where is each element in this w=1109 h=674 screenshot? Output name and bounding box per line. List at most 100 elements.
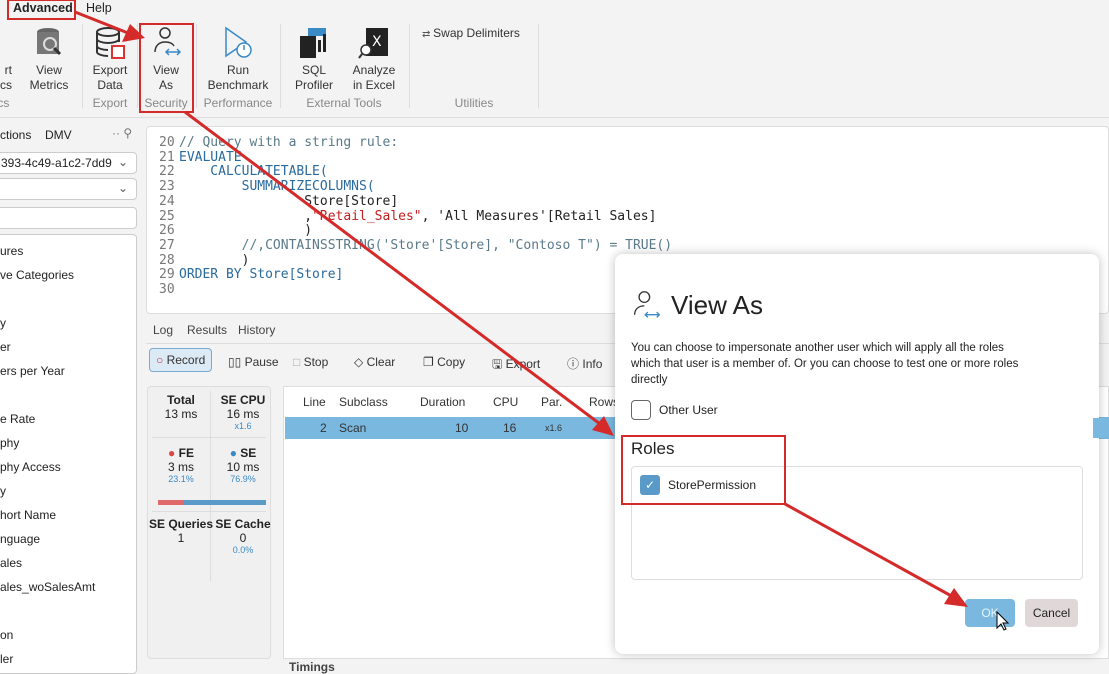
roles-list: ✓ StorePermission — [631, 466, 1083, 580]
database-select[interactable]: 393-4c49-a1c2-7dd9 ⌄ — [0, 152, 137, 174]
tree-item[interactable]: hort Name — [0, 508, 56, 522]
export-button[interactable]: 🖫 Export — [492, 355, 540, 376]
group-label-performance: Performance — [203, 96, 273, 110]
stop-icon: □ — [293, 355, 301, 369]
grid-row-fragment — [1093, 418, 1109, 438]
run-benchmark-button[interactable]: Run Benchmark — [203, 26, 273, 93]
run-benchmark-icon — [225, 26, 252, 58]
other-user-label: Other User — [659, 403, 718, 417]
tree-item[interactable]: ales — [0, 556, 22, 570]
save-icon: 🖫 — [492, 357, 503, 371]
record-button[interactable]: ○ Record — [149, 348, 213, 372]
code-text: CALCULATETABLE( — [179, 164, 328, 180]
chevron-down-icon: ⌄ — [117, 181, 128, 195]
sql-profiler-button[interactable]: SQL Profiler — [292, 26, 336, 93]
role-label: StorePermission — [668, 478, 757, 492]
export-data-icon — [96, 27, 125, 59]
code-text: EVALUATE — [179, 149, 242, 165]
code-text: ,"Retail_Sales", 'All Measures'[Retail S… — [179, 208, 657, 224]
stop-button[interactable]: □ Stop — [293, 355, 328, 369]
menu-help[interactable]: Help — [86, 1, 112, 15]
copy-icon: ❐ — [423, 355, 434, 369]
pause-icon: ▯▯ — [228, 355, 242, 369]
tab-history[interactable]: History — [238, 323, 275, 337]
info-icon: ⓘ — [567, 357, 580, 371]
tree-item[interactable]: y — [0, 484, 6, 498]
group-label: ics — [0, 96, 10, 110]
analyze-in-excel-button[interactable]: X Analyze in Excel — [348, 26, 400, 93]
tab-dmv[interactable]: DMV — [45, 128, 72, 142]
line-number: 30 — [159, 282, 175, 298]
pause-button[interactable]: ▯▯ Pause — [228, 355, 279, 369]
group-label-utilities: Utilities — [454, 96, 494, 110]
view-as-icon — [633, 291, 661, 318]
tree-item[interactable]: ures — [0, 244, 23, 258]
tree-item[interactable]: phy Access — [0, 460, 61, 474]
export-data-button[interactable]: Export Data — [88, 26, 132, 93]
search-input[interactable] — [0, 207, 137, 229]
group-label-external-tools: External Tools — [306, 96, 382, 110]
metadata-sidebar: ctions DMV ·· ⚲ 393-4c49-a1c2-7dd9 ⌄ ⌄ ur… — [0, 118, 137, 674]
export-metrics-icon — [0, 26, 10, 60]
tree-item[interactable]: ers per Year — [0, 364, 65, 378]
code-text: // Query with a string rule: — [179, 135, 399, 150]
code-text: //,CONTAINSSTRING('Store'[Store], "Conto… — [179, 237, 673, 253]
tree-item[interactable]: y — [0, 316, 6, 330]
group-label-export: Export — [92, 96, 128, 110]
code-text: Store[Store] — [179, 193, 399, 209]
swap-delimiters-button[interactable]: ⇄ Swap Delimiters — [422, 26, 520, 42]
tree-item[interactable]: er — [0, 340, 11, 354]
line-number: 28 — [159, 252, 175, 268]
view-metrics-button[interactable]: View Metrics — [27, 26, 71, 93]
code-line: 26 ) — [159, 223, 1108, 239]
tab-functions[interactable]: ctions — [0, 128, 31, 142]
line-number: 27 — [159, 237, 175, 253]
tree-item[interactable]: nguage — [0, 532, 40, 546]
group-label-security: Security — [144, 96, 188, 110]
line-number: 26 — [159, 223, 175, 239]
pin-icon[interactable]: ·· ⚲ — [112, 126, 132, 140]
line-number: 25 — [159, 208, 175, 224]
tree-item[interactable]: phy — [0, 436, 19, 450]
sql-profiler-icon — [300, 28, 326, 58]
role-checkbox[interactable]: ✓ — [640, 475, 660, 495]
line-number: 22 — [159, 164, 175, 180]
info-button[interactable]: ⓘ Info — [567, 355, 602, 372]
chevron-down-icon: ⌄ — [113, 155, 128, 169]
code-line: 25 ,"Retail_Sales", 'All Measures'[Retai… — [159, 208, 1108, 225]
svg-text:X: X — [372, 34, 382, 50]
menu-advanced[interactable]: Advanced — [13, 1, 73, 15]
ok-button[interactable]: OK — [965, 599, 1015, 627]
code-line: 23 SUMMARIZECOLUMNS( — [159, 179, 1108, 195]
tree-item[interactable]: ales_woSalesAmt — [0, 580, 95, 594]
tree-item[interactable]: ler — [0, 652, 13, 666]
export-metrics-button[interactable]: rtics — [0, 26, 12, 93]
tab-log[interactable]: Log — [153, 323, 173, 337]
line-number: 21 — [159, 149, 175, 165]
menu-bar: Advanced Help — [0, 0, 1109, 18]
tables-tree — [0, 234, 137, 674]
eraser-icon: ◇ — [354, 355, 364, 369]
view-as-dialog: View As You can choose to impersonate an… — [615, 254, 1099, 654]
swap-icon: ⇄ — [422, 29, 434, 40]
code-line: 24 Store[Store] — [159, 193, 1108, 210]
tree-item[interactable]: on — [0, 628, 13, 642]
timings-summary: Total 13 ms SE CPU 16 ms x1.6 ● FE 3 ms 23.1%… — [147, 386, 271, 659]
se-dot-icon: ● — [229, 446, 241, 460]
dialog-description: You can choose to impersonate another us… — [631, 342, 1019, 386]
code-line: 20 // Query with a string rule: — [159, 135, 1108, 151]
tree-item[interactable]: ve Categories — [0, 268, 74, 282]
view-as-button[interactable]: View As — [144, 26, 188, 93]
copy-button[interactable]: ❐ Copy — [423, 355, 465, 369]
cancel-button[interactable]: Cancel — [1025, 599, 1078, 627]
tree-item[interactable]: e Rate — [0, 412, 35, 426]
code-line: 22 CALCULATETABLE( — [159, 165, 1108, 180]
other-user-checkbox[interactable] — [631, 400, 651, 420]
code-text: ) — [179, 223, 313, 239]
roles-heading: Roles — [631, 439, 675, 458]
tab-results[interactable]: Results — [187, 323, 227, 337]
view-metrics-icon — [37, 28, 62, 56]
clear-button[interactable]: ◇ Clear — [354, 355, 395, 369]
record-icon: ○ — [156, 353, 164, 367]
model-select[interactable]: ⌄ — [0, 178, 137, 200]
